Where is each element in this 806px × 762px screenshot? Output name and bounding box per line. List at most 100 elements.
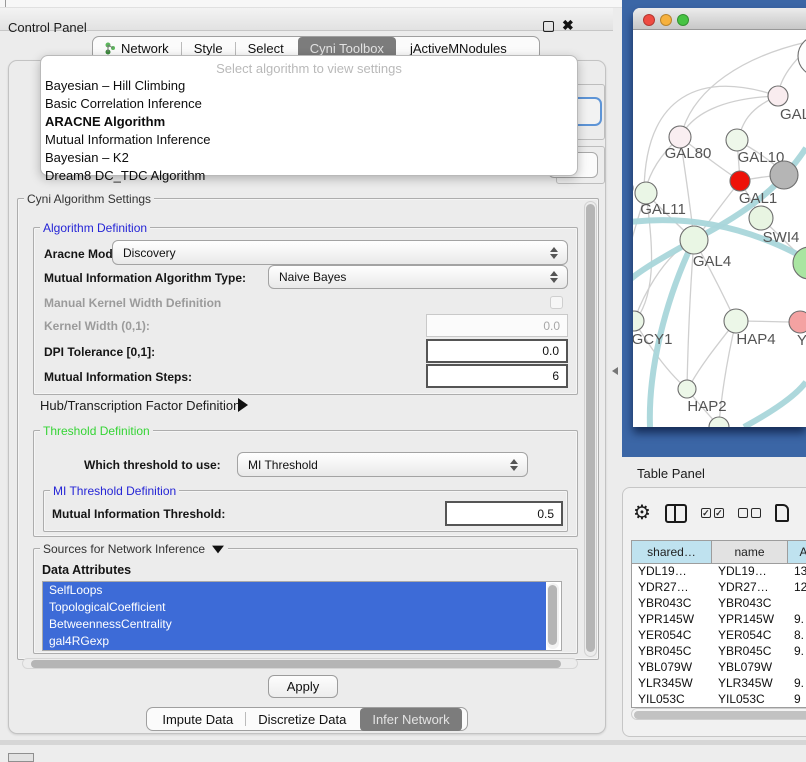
- tab-label: Impute Data: [162, 712, 233, 727]
- collapse-arrow-icon[interactable]: [212, 545, 224, 553]
- settings-hscrollbar[interactable]: [22, 658, 578, 669]
- mi-steps-field[interactable]: 6: [426, 364, 568, 388]
- column-header-shared[interactable]: shared…: [632, 541, 712, 564]
- column-header-name[interactable]: name: [712, 541, 788, 564]
- table-row[interactable]: YIL053CYIL053C9: [632, 692, 806, 708]
- attribute-list-item[interactable]: BetweennessCentrality: [43, 616, 546, 633]
- network-node-gal[interactable]: [768, 86, 788, 106]
- attr-list-scrollbar[interactable]: [547, 583, 559, 649]
- manual-kernel-checkbox[interactable]: [550, 296, 563, 309]
- dpi-tolerance-field[interactable]: 0.0: [426, 339, 568, 363]
- column-header-a[interactable]: A: [788, 541, 806, 564]
- network-node-swi4[interactable]: [749, 206, 773, 230]
- network-window: GALGAL80GAL10GAL1GAL11SWI4GAL4GCY1HAP4YH…: [633, 8, 806, 427]
- table-cell: YER054C: [712, 628, 788, 644]
- table-cell: 8.: [788, 628, 806, 644]
- close-traffic-light-icon[interactable]: [643, 14, 655, 26]
- mi-steps-label: Mutual Information Steps:: [44, 370, 192, 384]
- algorithm-option[interactable]: ARACNE Algorithm: [41, 112, 577, 130]
- algorithm-option[interactable]: Bayesian – Hill Climbing: [41, 76, 577, 94]
- table-row[interactable]: YDR27…YDR27…12: [632, 580, 806, 596]
- show-columns-icon[interactable]: [701, 508, 724, 518]
- apply-button[interactable]: Apply: [268, 675, 338, 698]
- table-row[interactable]: YBR045CYBR045C9.: [632, 644, 806, 660]
- mi-steps-value: 6: [552, 369, 559, 383]
- bottom-tab-infer-network[interactable]: Infer Network: [360, 708, 461, 731]
- tab-label: Network: [121, 41, 169, 56]
- table-cell: 9.: [788, 644, 806, 660]
- network-edge[interactable]: [644, 86, 778, 192]
- algorithm-option[interactable]: Bayesian – K2: [41, 148, 577, 166]
- table-cell: [788, 596, 806, 612]
- table-row[interactable]: YBL079WYBL079W: [632, 660, 806, 676]
- gear-icon[interactable]: ⚙: [633, 503, 651, 523]
- kernel-width-field[interactable]: 0.0: [426, 314, 568, 337]
- attribute-list-item[interactable]: SelfLoops: [43, 582, 546, 599]
- table-cell: YBR043C: [712, 596, 788, 612]
- dropdown-placeholder: Select algorithm to view settings: [41, 61, 577, 76]
- table-panel: ⚙ shared…nameA YDL19…YDL19…13YDR27…YDR27…: [622, 487, 806, 737]
- minimize-traffic-light-icon[interactable]: [660, 14, 672, 26]
- network-canvas[interactable]: GALGAL80GAL10GAL1GAL11SWI4GAL4GCY1HAP4YH…: [633, 30, 806, 427]
- column-view-icon[interactable]: [665, 504, 687, 523]
- close-icon[interactable]: ✖: [562, 17, 574, 34]
- export-table-icon[interactable]: [775, 504, 789, 522]
- network-node-gcy1[interactable]: [633, 311, 644, 331]
- minimized-panel-icon[interactable]: [8, 753, 34, 762]
- network-node-gal1[interactable]: [730, 171, 750, 191]
- network-window-titlebar[interactable]: [633, 8, 806, 30]
- network-node-y[interactable]: [789, 311, 806, 333]
- table-toolbar: ⚙: [633, 498, 806, 528]
- network-edge[interactable]: [744, 382, 806, 427]
- node-label: GAL11: [640, 201, 686, 218]
- bottom-tab-impute-data[interactable]: Impute Data: [150, 709, 245, 730]
- network-node-gal10[interactable]: [726, 129, 748, 151]
- table-cell: YPR145W: [632, 612, 712, 628]
- algorithm-definition-title: Algorithm Definition: [40, 221, 150, 235]
- algorithm-option[interactable]: Dream8 DC_TDC Algorithm: [41, 166, 577, 184]
- network-node-gal4[interactable]: [680, 226, 708, 254]
- mi-threshold-field[interactable]: 0.5: [445, 501, 563, 526]
- bottom-statusbar: [0, 745, 806, 762]
- attribute-list-item[interactable]: gal4RGexp: [43, 633, 546, 650]
- mi-threshold-group-title: MI Threshold Definition: [50, 484, 179, 498]
- top-strip: [0, 0, 622, 8]
- control-panel-titlebar: Control Panel ✖: [0, 8, 613, 31]
- table-cell: 9: [788, 692, 806, 708]
- network-node-hap2[interactable]: [678, 380, 696, 398]
- table-row[interactable]: YBR043CYBR043C: [632, 596, 806, 612]
- table-row[interactable]: YER054CYER054C8.: [632, 628, 806, 644]
- mi-type-combo[interactable]: Naive Bayes: [268, 265, 568, 289]
- dpi-tolerance-label: DPI Tolerance [0,1]:: [44, 345, 155, 359]
- settings-scrollbar[interactable]: [584, 201, 597, 657]
- network-node-hap4[interactable]: [724, 309, 748, 333]
- bottom-tab-discretize-data[interactable]: Discretize Data: [246, 709, 358, 730]
- table-row[interactable]: YPR145WYPR145W9.: [632, 612, 806, 628]
- cyni-settings-title: Cyni Algorithm Settings: [24, 192, 154, 206]
- expand-arrow-icon[interactable]: [238, 398, 248, 412]
- tab-label: Style: [194, 41, 223, 56]
- network-node[interactable]: [798, 36, 806, 76]
- hide-columns-icon[interactable]: [738, 508, 761, 518]
- table-cell: YBL079W: [632, 660, 712, 676]
- network-edge[interactable]: [681, 96, 778, 136]
- table-cell: YDR27…: [712, 580, 788, 596]
- algorithm-option[interactable]: Mutual Information Inference: [41, 130, 577, 148]
- table-cell: YDR27…: [632, 580, 712, 596]
- panel-divider-arrow-icon[interactable]: [612, 367, 618, 375]
- table-hscrollbar[interactable]: [631, 708, 806, 720]
- table-cell: YLR345W: [632, 676, 712, 692]
- zoom-traffic-light-icon[interactable]: [677, 14, 689, 26]
- table-row[interactable]: YDL19…YDL19…13: [632, 564, 806, 580]
- which-threshold-combo[interactable]: MI Threshold: [237, 452, 528, 477]
- algorithm-option[interactable]: Basic Correlation Inference: [41, 94, 577, 112]
- network-node[interactable]: [770, 161, 798, 189]
- float-panel-icon[interactable]: [543, 21, 554, 32]
- table-cell: 9.: [788, 676, 806, 692]
- manual-kernel-label: Manual Kernel Width Definition: [44, 296, 221, 310]
- table-row[interactable]: YLR345WYLR345W9.: [632, 676, 806, 692]
- attribute-list-item[interactable]: TopologicalCoefficient: [43, 599, 546, 616]
- aracne-mode-combo[interactable]: Discovery: [112, 240, 568, 265]
- mi-threshold-label: Mutual Information Threshold:: [52, 507, 225, 521]
- data-attributes-list[interactable]: SelfLoopsTopologicalCoefficientBetweenne…: [42, 581, 562, 651]
